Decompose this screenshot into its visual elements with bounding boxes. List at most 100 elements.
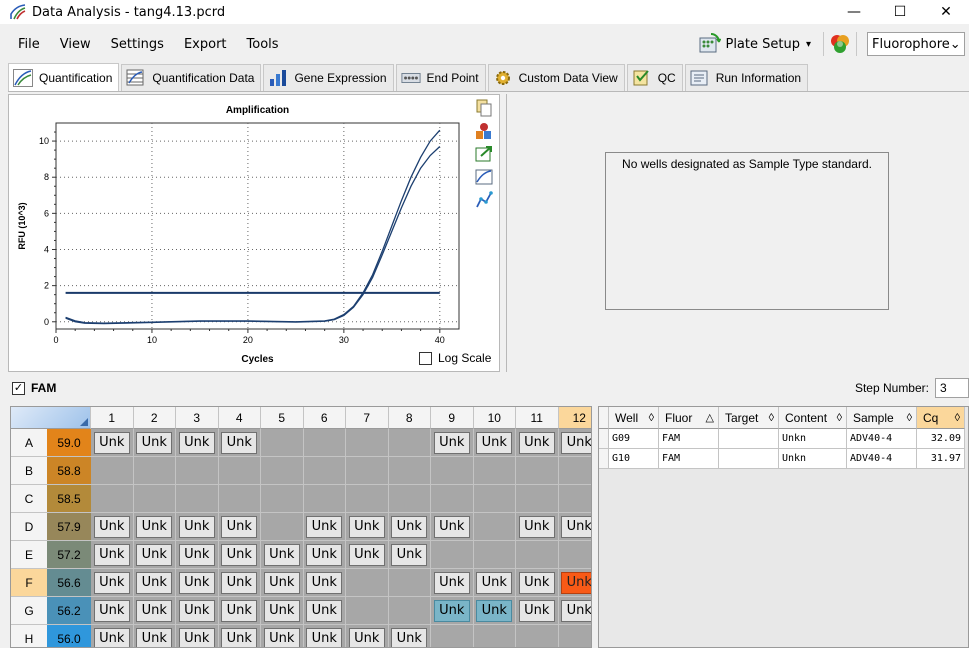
color-balls-icon[interactable] — [828, 32, 852, 56]
plate-well[interactable]: Unk — [388, 625, 431, 647]
plate-row-header[interactable]: F — [11, 569, 47, 597]
plate-well[interactable] — [473, 485, 516, 513]
plate-column-header[interactable]: 10 — [473, 407, 516, 429]
plate-well[interactable]: Unk — [133, 429, 176, 457]
plate-well[interactable]: Unk — [91, 597, 134, 625]
plate-well[interactable] — [91, 485, 134, 513]
copy-icon[interactable] — [475, 99, 493, 117]
plate-well[interactable]: Unk — [133, 597, 176, 625]
plate-well[interactable]: Unk — [558, 429, 591, 457]
plate-well[interactable] — [473, 541, 516, 569]
plate-well[interactable]: Unk — [176, 541, 219, 569]
plate-well[interactable]: Unk — [473, 429, 516, 457]
plate-column-header[interactable]: 2 — [133, 407, 176, 429]
plate-well[interactable] — [558, 625, 591, 647]
plate-column-header[interactable]: 9 — [431, 407, 474, 429]
plate-well[interactable] — [558, 485, 591, 513]
plate-row-header[interactable]: E — [11, 541, 47, 569]
column-header-cq[interactable]: Cq ◊ — [917, 407, 965, 429]
plate-well[interactable] — [133, 457, 176, 485]
plate-well[interactable] — [346, 457, 389, 485]
plate-well[interactable]: Unk — [91, 569, 134, 597]
plate-well[interactable] — [388, 429, 431, 457]
row-selector[interactable] — [599, 449, 609, 469]
plate-well[interactable] — [431, 625, 474, 647]
plate-well[interactable]: Unk — [218, 429, 261, 457]
plate-well[interactable]: Unk — [91, 513, 134, 541]
column-header-well[interactable]: Well ◊ — [609, 407, 659, 429]
column-header-target[interactable]: Target ◊ — [719, 407, 779, 429]
plate-well[interactable]: Unk — [516, 513, 559, 541]
plate-well[interactable] — [431, 541, 474, 569]
plate-well[interactable] — [516, 541, 559, 569]
tab-custom-data-view[interactable]: Custom Data View — [487, 64, 625, 91]
plate-well[interactable] — [558, 457, 591, 485]
plate-well[interactable]: Unk — [388, 541, 431, 569]
plate-well[interactable]: Unk — [218, 541, 261, 569]
menu-tools[interactable]: Tools — [247, 37, 279, 52]
amplification-chart[interactable]: Amplification 0 10 20 30 40 0 2 4 6 8 10 Cycles RFU (… — [9, 95, 469, 365]
plate-well[interactable]: Unk — [303, 541, 346, 569]
plate-well[interactable]: Unk — [303, 597, 346, 625]
plate-well[interactable] — [558, 541, 591, 569]
menu-view[interactable]: View — [60, 37, 91, 52]
plate-well[interactable] — [303, 457, 346, 485]
plate-well[interactable] — [473, 457, 516, 485]
column-header-fluor[interactable]: Fluor △ — [659, 407, 719, 429]
plate-column-header[interactable]: 3 — [176, 407, 219, 429]
plate-well[interactable] — [176, 457, 219, 485]
plate-row-header[interactable]: C — [11, 485, 47, 513]
plate-well[interactable] — [346, 485, 389, 513]
plate-well[interactable]: Unk — [303, 625, 346, 647]
row-selector[interactable] — [599, 429, 609, 449]
menu-export[interactable]: Export — [184, 37, 227, 52]
plate-well[interactable] — [303, 429, 346, 457]
trace-style-icon[interactable] — [475, 191, 493, 209]
plate-well[interactable]: Unk — [176, 429, 219, 457]
plate-well[interactable] — [388, 597, 431, 625]
plate-well[interactable]: Unk — [218, 625, 261, 647]
tab-gene-expression[interactable]: Gene Expression — [263, 64, 394, 91]
plate-well[interactable]: Unk — [473, 569, 516, 597]
close-button[interactable]: ✕ — [923, 0, 969, 24]
plate-well[interactable]: Unk — [558, 597, 591, 625]
plate-well[interactable]: Unk — [218, 569, 261, 597]
plate-well[interactable]: Unk — [218, 513, 261, 541]
plate-well[interactable] — [388, 485, 431, 513]
plate-well[interactable]: Unk — [261, 541, 304, 569]
plate-corner[interactable] — [11, 407, 91, 429]
plate-well[interactable] — [303, 485, 346, 513]
plate-well[interactable]: Unk — [133, 541, 176, 569]
plate-well[interactable]: Unk — [176, 625, 219, 647]
plate-column-header[interactable]: 4 — [218, 407, 261, 429]
tab-qc[interactable]: QC — [626, 64, 683, 91]
plate-column-header[interactable]: 7 — [346, 407, 389, 429]
plate-well[interactable]: Unk — [133, 625, 176, 647]
table-row[interactable]: G10 FAM Unkn ADV40-4 31.97 — [599, 449, 965, 469]
plate-well[interactable]: Unk — [431, 597, 474, 625]
plate-well[interactable]: Unk — [558, 569, 591, 597]
plate-row-header[interactable]: D — [11, 513, 47, 541]
plate-well[interactable]: Unk — [303, 513, 346, 541]
plate-row-header[interactable]: A — [11, 429, 47, 457]
plate-well[interactable] — [516, 485, 559, 513]
plate-well[interactable]: Unk — [261, 569, 304, 597]
plate-well[interactable]: Unk — [91, 429, 134, 457]
plate-well[interactable]: Unk — [303, 569, 346, 597]
plate-well[interactable]: Unk — [91, 541, 134, 569]
plate-well[interactable] — [133, 485, 176, 513]
menu-settings[interactable]: Settings — [111, 37, 164, 52]
plate-well[interactable] — [261, 429, 304, 457]
tab-run-information[interactable]: Run Information — [684, 64, 809, 91]
plate-well[interactable]: Unk — [176, 569, 219, 597]
plate-well[interactable]: Unk — [218, 597, 261, 625]
plate-well[interactable]: Unk — [176, 513, 219, 541]
plate-column-header[interactable]: 11 — [516, 407, 559, 429]
plate-well[interactable] — [261, 485, 304, 513]
plate-well[interactable] — [388, 457, 431, 485]
export-chart-icon[interactable] — [475, 145, 493, 163]
plate-well[interactable] — [346, 597, 389, 625]
plate-row-header[interactable]: H — [11, 625, 47, 647]
plate-well[interactable] — [261, 457, 304, 485]
plate-well[interactable]: Unk — [261, 597, 304, 625]
